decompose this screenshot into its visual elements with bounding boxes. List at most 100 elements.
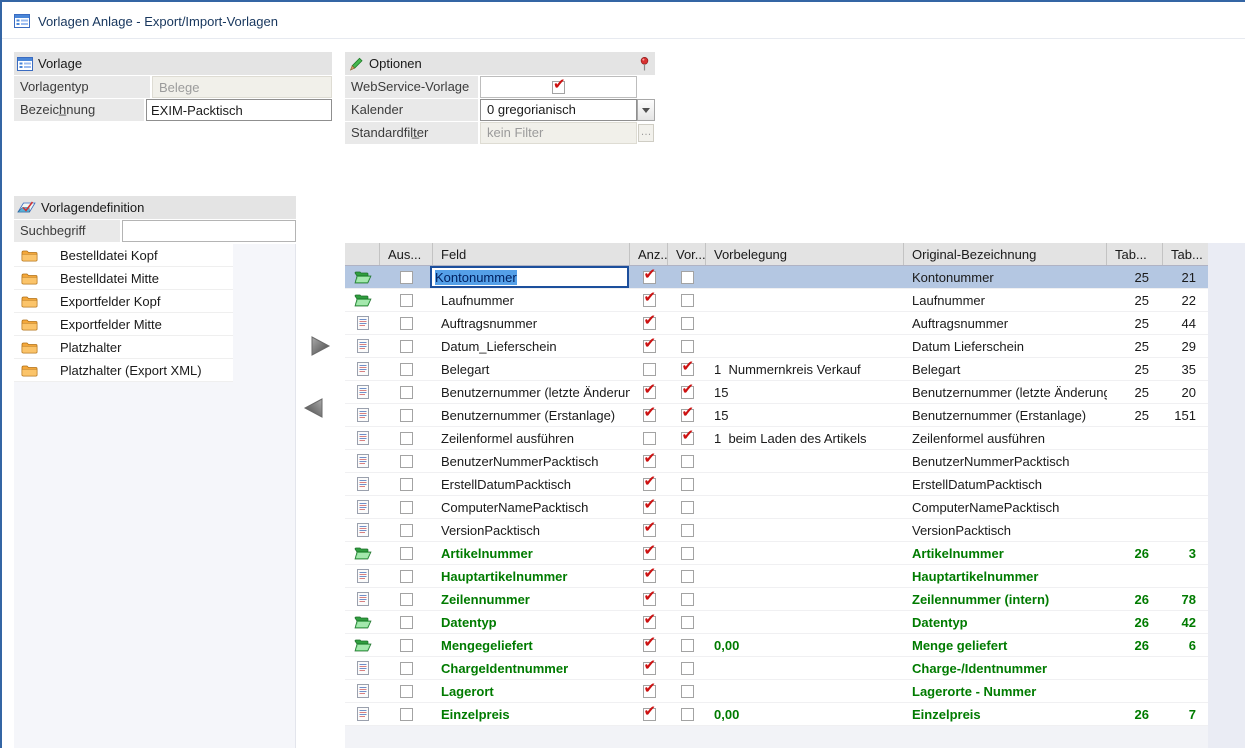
folder-list-item[interactable]: Exportfelder Mitte xyxy=(14,313,233,336)
aus-checkbox[interactable] xyxy=(400,363,413,376)
anzeigen-checkbox[interactable] xyxy=(643,409,656,422)
col-icon[interactable] xyxy=(345,243,380,265)
anzeigen-checkbox[interactable] xyxy=(643,271,656,284)
bezeichnung-input[interactable] xyxy=(146,99,332,121)
aus-checkbox[interactable] xyxy=(400,386,413,399)
vorbelegung-checkbox[interactable] xyxy=(681,409,694,422)
vorbelegung-checkbox[interactable] xyxy=(681,317,694,330)
col-vorbelegung[interactable]: Vorbelegung xyxy=(706,243,904,265)
anzeigen-checkbox[interactable] xyxy=(643,685,656,698)
anzeigen-checkbox[interactable] xyxy=(643,363,656,376)
col-original-bezeichnung[interactable]: Original-Bezeichnung xyxy=(904,243,1107,265)
aus-checkbox[interactable] xyxy=(400,593,413,606)
standardfilter-browse-button[interactable]: … xyxy=(638,124,654,142)
anzeigen-checkbox[interactable] xyxy=(643,340,656,353)
table-row[interactable]: Lagerort Lagerorte - Nummer xyxy=(345,680,1208,703)
table-row[interactable]: BenutzerNummerPacktisch BenutzerNummerPa… xyxy=(345,450,1208,473)
col-feld[interactable]: Feld xyxy=(433,243,630,265)
webservice-checkbox[interactable] xyxy=(552,81,565,94)
aus-checkbox[interactable] xyxy=(400,409,413,422)
suchbegriff-input[interactable] xyxy=(122,220,296,242)
aus-checkbox[interactable] xyxy=(400,639,413,652)
col-aus[interactable]: Aus... xyxy=(380,243,433,265)
vorbelegung-checkbox[interactable] xyxy=(681,432,694,445)
table-row[interactable]: VersionPacktisch VersionPacktisch xyxy=(345,519,1208,542)
aus-checkbox[interactable] xyxy=(400,547,413,560)
anzeigen-checkbox[interactable] xyxy=(643,616,656,629)
table-row[interactable]: Belegart 1 Nummernkreis Verkauf Belegart… xyxy=(345,358,1208,381)
table-row[interactable]: ChargeIdentnummer Charge-/Identnummer xyxy=(345,657,1208,680)
vorbelegung-checkbox[interactable] xyxy=(681,685,694,698)
anzeigen-checkbox[interactable] xyxy=(643,317,656,330)
folder-list-item[interactable]: Bestelldatei Mitte xyxy=(14,267,233,290)
table-row[interactable]: Auftragsnummer Auftragsnummer 25 44 xyxy=(345,312,1208,335)
aus-checkbox[interactable] xyxy=(400,455,413,468)
folder-list-item[interactable]: Exportfelder Kopf xyxy=(14,290,233,313)
table-row[interactable]: Laufnummer Laufnummer 25 22 xyxy=(345,289,1208,312)
table-row[interactable]: Kontonummer Kontonummer 25 21 xyxy=(345,266,1208,289)
vorbelegung-checkbox[interactable] xyxy=(681,547,694,560)
aus-checkbox[interactable] xyxy=(400,708,413,721)
anzeigen-checkbox[interactable] xyxy=(643,386,656,399)
anzeigen-checkbox[interactable] xyxy=(643,708,656,721)
kalender-dropdown-button[interactable] xyxy=(637,99,655,121)
col-tab-1[interactable]: Tab... xyxy=(1107,243,1163,265)
aus-checkbox[interactable] xyxy=(400,317,413,330)
feld-inline-edit[interactable]: Kontonummer xyxy=(433,266,629,288)
anzeigen-checkbox[interactable] xyxy=(643,547,656,560)
table-row[interactable]: Einzelpreis 0,00 Einzelpreis 26 7 xyxy=(345,703,1208,726)
anzeigen-checkbox[interactable] xyxy=(643,524,656,537)
aus-checkbox[interactable] xyxy=(400,570,413,583)
vorbelegung-checkbox[interactable] xyxy=(681,386,694,399)
vorbelegung-checkbox[interactable] xyxy=(681,570,694,583)
move-right-button[interactable] xyxy=(309,335,331,357)
table-row[interactable]: Mengegeliefert 0,00 Menge geliefert 26 6 xyxy=(345,634,1208,657)
vorbelegung-checkbox[interactable] xyxy=(681,616,694,629)
anzeigen-checkbox[interactable] xyxy=(643,478,656,491)
vorbelegung-checkbox[interactable] xyxy=(681,501,694,514)
table-row[interactable]: Zeilenformel ausführen 1 beim Laden des … xyxy=(345,427,1208,450)
aus-checkbox[interactable] xyxy=(400,662,413,675)
table-row[interactable]: Zeilennummer Zeilennummer (intern) 26 78 xyxy=(345,588,1208,611)
col-anz[interactable]: Anz... xyxy=(630,243,668,265)
table-row[interactable]: Datentyp Datentyp 26 42 xyxy=(345,611,1208,634)
vorbelegung-checkbox[interactable] xyxy=(681,340,694,353)
aus-checkbox[interactable] xyxy=(400,685,413,698)
aus-checkbox[interactable] xyxy=(400,501,413,514)
table-row[interactable]: ErstellDatumPacktisch ErstellDatumPackti… xyxy=(345,473,1208,496)
table-row[interactable]: ComputerNamePacktisch ComputerNamePackti… xyxy=(345,496,1208,519)
folder-list-item[interactable]: Bestelldatei Kopf xyxy=(14,244,233,267)
table-row[interactable]: Hauptartikelnummer Hauptartikelnummer xyxy=(345,565,1208,588)
vorbelegung-checkbox[interactable] xyxy=(681,455,694,468)
vorbelegung-checkbox[interactable] xyxy=(681,662,694,675)
anzeigen-checkbox[interactable] xyxy=(643,639,656,652)
aus-checkbox[interactable] xyxy=(400,616,413,629)
anzeigen-checkbox[interactable] xyxy=(643,432,656,445)
vorbelegung-checkbox[interactable] xyxy=(681,639,694,652)
col-vor[interactable]: Vor... xyxy=(668,243,706,265)
table-row[interactable]: Datum_Lieferschein Datum Lieferschein 25… xyxy=(345,335,1208,358)
pin-icon[interactable] xyxy=(638,56,650,72)
aus-checkbox[interactable] xyxy=(400,478,413,491)
vorbelegung-checkbox[interactable] xyxy=(681,708,694,721)
anzeigen-checkbox[interactable] xyxy=(643,662,656,675)
move-left-button[interactable] xyxy=(303,397,325,419)
aus-checkbox[interactable] xyxy=(400,524,413,537)
table-row[interactable]: Benutzernummer (Erstanlage) 15 Benutzern… xyxy=(345,404,1208,427)
aus-checkbox[interactable] xyxy=(400,294,413,307)
folder-list-item[interactable]: Platzhalter (Export XML) xyxy=(14,359,233,382)
vorbelegung-checkbox[interactable] xyxy=(681,271,694,284)
anzeigen-checkbox[interactable] xyxy=(643,501,656,514)
folder-list-item[interactable]: Platzhalter xyxy=(14,336,233,359)
vorbelegung-checkbox[interactable] xyxy=(681,593,694,606)
col-tab-2[interactable]: Tab... xyxy=(1163,243,1208,265)
vorbelegung-checkbox[interactable] xyxy=(681,363,694,376)
aus-checkbox[interactable] xyxy=(400,432,413,445)
kalender-select[interactable]: 0 gregorianisch xyxy=(480,99,637,121)
anzeigen-checkbox[interactable] xyxy=(643,593,656,606)
anzeigen-checkbox[interactable] xyxy=(643,455,656,468)
vorbelegung-checkbox[interactable] xyxy=(681,294,694,307)
anzeigen-checkbox[interactable] xyxy=(643,570,656,583)
vorbelegung-checkbox[interactable] xyxy=(681,524,694,537)
aus-checkbox[interactable] xyxy=(400,271,413,284)
